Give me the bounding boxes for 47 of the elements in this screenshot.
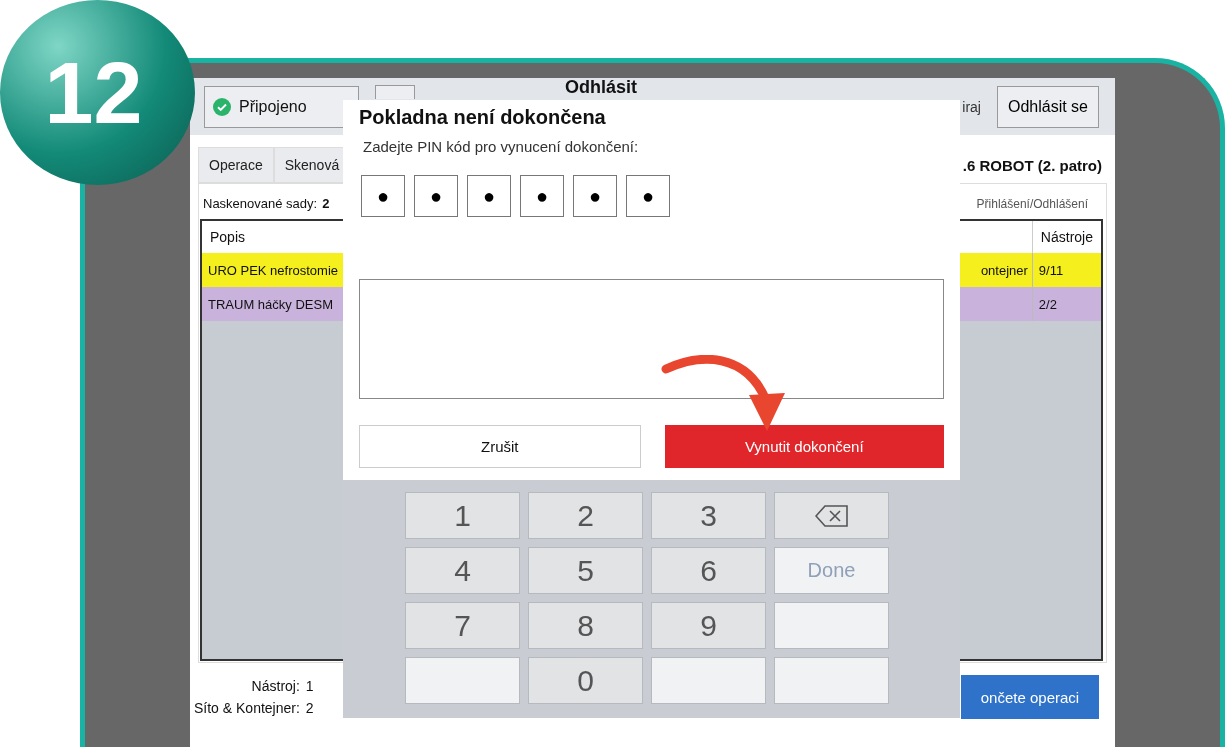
- blank-key[interactable]: [774, 657, 889, 704]
- digit-key[interactable]: 4: [405, 547, 520, 594]
- blank-key[interactable]: [774, 602, 889, 649]
- column-header: Nástroje: [1032, 220, 1102, 253]
- pin-digit-field[interactable]: ●: [414, 175, 458, 217]
- force-complete-button[interactable]: Vynutit dokončení: [664, 425, 944, 468]
- digit-key[interactable]: 6: [651, 547, 766, 594]
- step-number-badge: 12: [0, 0, 195, 185]
- backspace-icon: [814, 504, 849, 527]
- toolbar-button[interactable]: [375, 85, 415, 99]
- note-text-area[interactable]: [359, 279, 944, 399]
- digit-key[interactable]: 1: [405, 492, 520, 539]
- digit-key[interactable]: 7: [405, 602, 520, 649]
- dialog-title: Pokladna není dokončena: [359, 106, 606, 129]
- scanned-sets-label: Naskenované sady:: [203, 196, 318, 211]
- digit-key[interactable]: 9: [651, 602, 766, 649]
- digit-key[interactable]: 0: [528, 657, 643, 704]
- digit-key[interactable]: 3: [651, 492, 766, 539]
- dialog-prompt: Zadejte PIN kód pro vynucení dokončení:: [363, 138, 639, 155]
- pin-digit-field[interactable]: ●: [361, 175, 405, 217]
- finish-operation-button[interactable]: ončete operaci: [961, 675, 1099, 719]
- pin-digit-field[interactable]: ●: [520, 175, 564, 217]
- pin-digit-field[interactable]: ●: [573, 175, 617, 217]
- logout-button[interactable]: Odhlásit se: [996, 85, 1099, 128]
- backspace-key[interactable]: [774, 492, 889, 539]
- digit-key[interactable]: 2: [528, 492, 643, 539]
- tab[interactable]: Operace: [198, 147, 274, 183]
- table-cell: 2/2: [1032, 287, 1102, 321]
- digit-key[interactable]: 8: [528, 602, 643, 649]
- cancel-button[interactable]: Zrušit: [359, 425, 641, 468]
- tool-count: 1: [305, 678, 314, 694]
- tool-label: Nástroj:: [250, 678, 300, 694]
- location-label: .6 ROBOT (2. patro): [962, 156, 1103, 174]
- digit-key[interactable]: 5: [528, 547, 643, 594]
- blank-key[interactable]: [651, 657, 766, 704]
- check-circle-icon: [213, 97, 231, 116]
- sieve-count: 2: [305, 700, 314, 716]
- screen-title: Odhlásit: [565, 77, 637, 98]
- sieve-label: Síto & Kontejner:: [194, 700, 300, 716]
- pin-digit-field[interactable]: ●: [467, 175, 511, 217]
- status-label: Připojeno: [239, 97, 307, 116]
- pin-digit-field[interactable]: ●: [626, 175, 670, 217]
- blank-key[interactable]: [405, 657, 520, 704]
- connection-status-button[interactable]: Připojeno: [204, 85, 359, 128]
- login-logout-link[interactable]: Přihlášení/Odhlášení: [976, 196, 1102, 211]
- user-name: iraj: [962, 98, 981, 115]
- scanned-sets-count: 2: [322, 196, 330, 211]
